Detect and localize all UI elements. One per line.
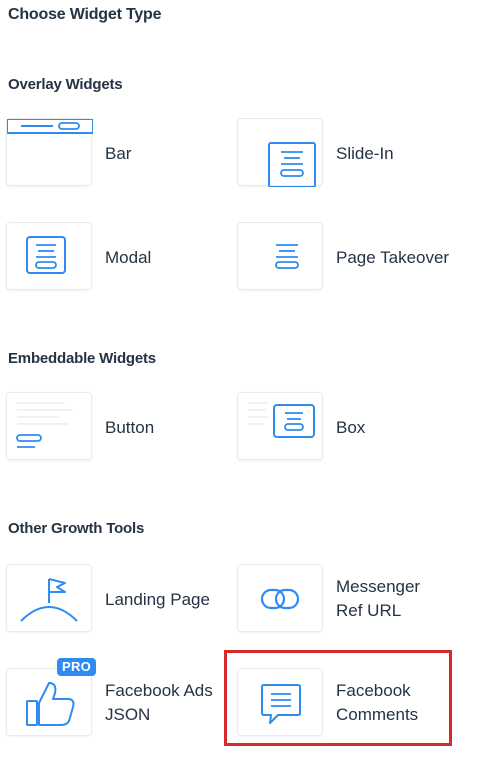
modal-icon [6, 222, 92, 290]
flag-icon [6, 564, 92, 632]
box-icon [237, 392, 323, 460]
widget-label-box: Box [336, 418, 366, 437]
section-title-growth: Other Growth Tools [8, 520, 145, 537]
bar-icon [6, 118, 93, 186]
thumbs-up-icon [6, 668, 92, 736]
slide-in-icon [237, 118, 323, 187]
page-title: Choose Widget Type [8, 6, 162, 23]
widget-label-slide-in: Slide-In [336, 144, 394, 163]
button-icon [6, 392, 92, 460]
pro-badge: PRO [57, 658, 97, 676]
link-icon [237, 564, 323, 632]
widget-label-landing-page: Landing Page [105, 590, 210, 609]
page-takeover-icon [237, 222, 323, 290]
section-title-overlay: Overlay Widgets [8, 76, 123, 93]
widget-label-modal: Modal [105, 248, 152, 267]
widget-label-button: Button [105, 418, 155, 437]
section-title-embeddable: Embeddable Widgets [8, 350, 156, 367]
widget-label-messenger-ref-url: Messenger Ref URL [336, 577, 421, 620]
selection-highlight [224, 650, 452, 746]
widget-label-facebook-ads-json: Facebook Ads JSON [105, 681, 213, 724]
widget-label-page-takeover: Page Takeover [336, 248, 450, 267]
widget-label-bar: Bar [105, 144, 132, 163]
